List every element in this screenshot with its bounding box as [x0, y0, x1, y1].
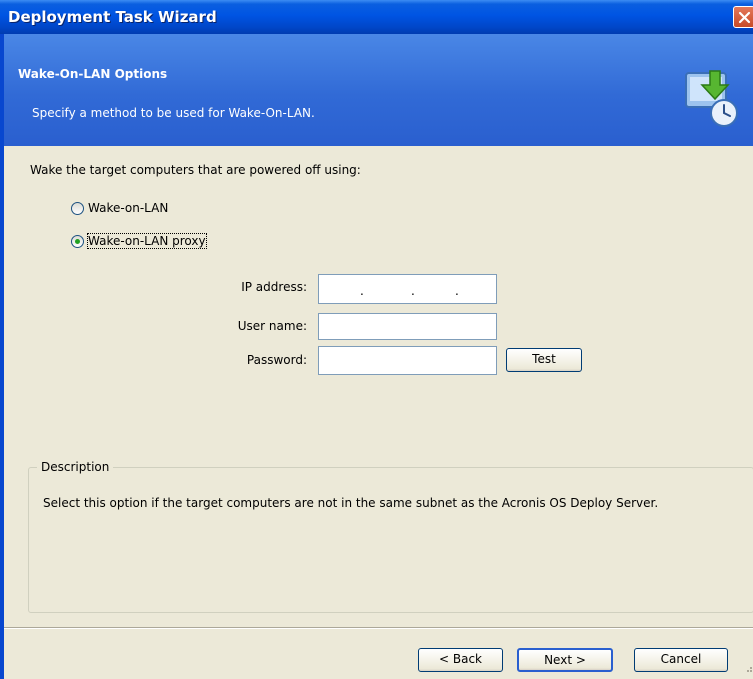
user-name-label: User name:	[237, 319, 307, 333]
ip-separators: . . .	[360, 284, 459, 298]
ip-address-label: IP address:	[241, 280, 307, 294]
test-button[interactable]: Test	[506, 348, 582, 372]
wizard-header: Wake-On-LAN Options Specify a method to …	[4, 34, 753, 146]
back-button[interactable]: < Back	[418, 648, 503, 672]
next-button[interactable]: Next >	[517, 648, 613, 672]
close-button[interactable]	[733, 6, 753, 28]
page-subtitle: Specify a method to be used for Wake-On-…	[32, 106, 315, 120]
cancel-button[interactable]: Cancel	[634, 648, 728, 672]
password-label: Password:	[246, 353, 307, 367]
option-label[interactable]: Wake-on-LAN proxy	[87, 233, 207, 249]
ip-address-input[interactable]: . . .	[318, 274, 497, 304]
option-wake-on-lan[interactable]: Wake-on-LAN	[71, 201, 168, 215]
wizard-body: Wake the target computers that are power…	[4, 146, 753, 679]
option-label[interactable]: Wake-on-LAN	[88, 201, 168, 215]
radio-wake-on-lan-proxy[interactable]	[71, 234, 84, 248]
close-icon	[738, 11, 751, 24]
radio-wake-on-lan[interactable]	[71, 201, 84, 215]
size-grip-icon[interactable]	[743, 663, 753, 673]
description-group: Description Select this option if the ta…	[28, 460, 753, 613]
description-legend: Description	[37, 460, 114, 474]
prompt-label: Wake the target computers that are power…	[30, 163, 361, 177]
description-text: Select this option if the target compute…	[43, 496, 659, 510]
title-bar: Deployment Task Wizard	[0, 0, 753, 34]
wizard-window: Deployment Task Wizard Wake-On-LAN Optio…	[0, 0, 753, 679]
window-title: Deployment Task Wizard	[8, 8, 217, 26]
option-wake-on-lan-proxy[interactable]: Wake-on-LAN proxy	[71, 233, 207, 249]
button-separator	[4, 627, 753, 629]
wizard-icon	[685, 70, 738, 127]
page-title: Wake-On-LAN Options	[18, 67, 168, 81]
user-name-input[interactable]	[318, 313, 497, 340]
password-input[interactable]	[318, 346, 497, 375]
